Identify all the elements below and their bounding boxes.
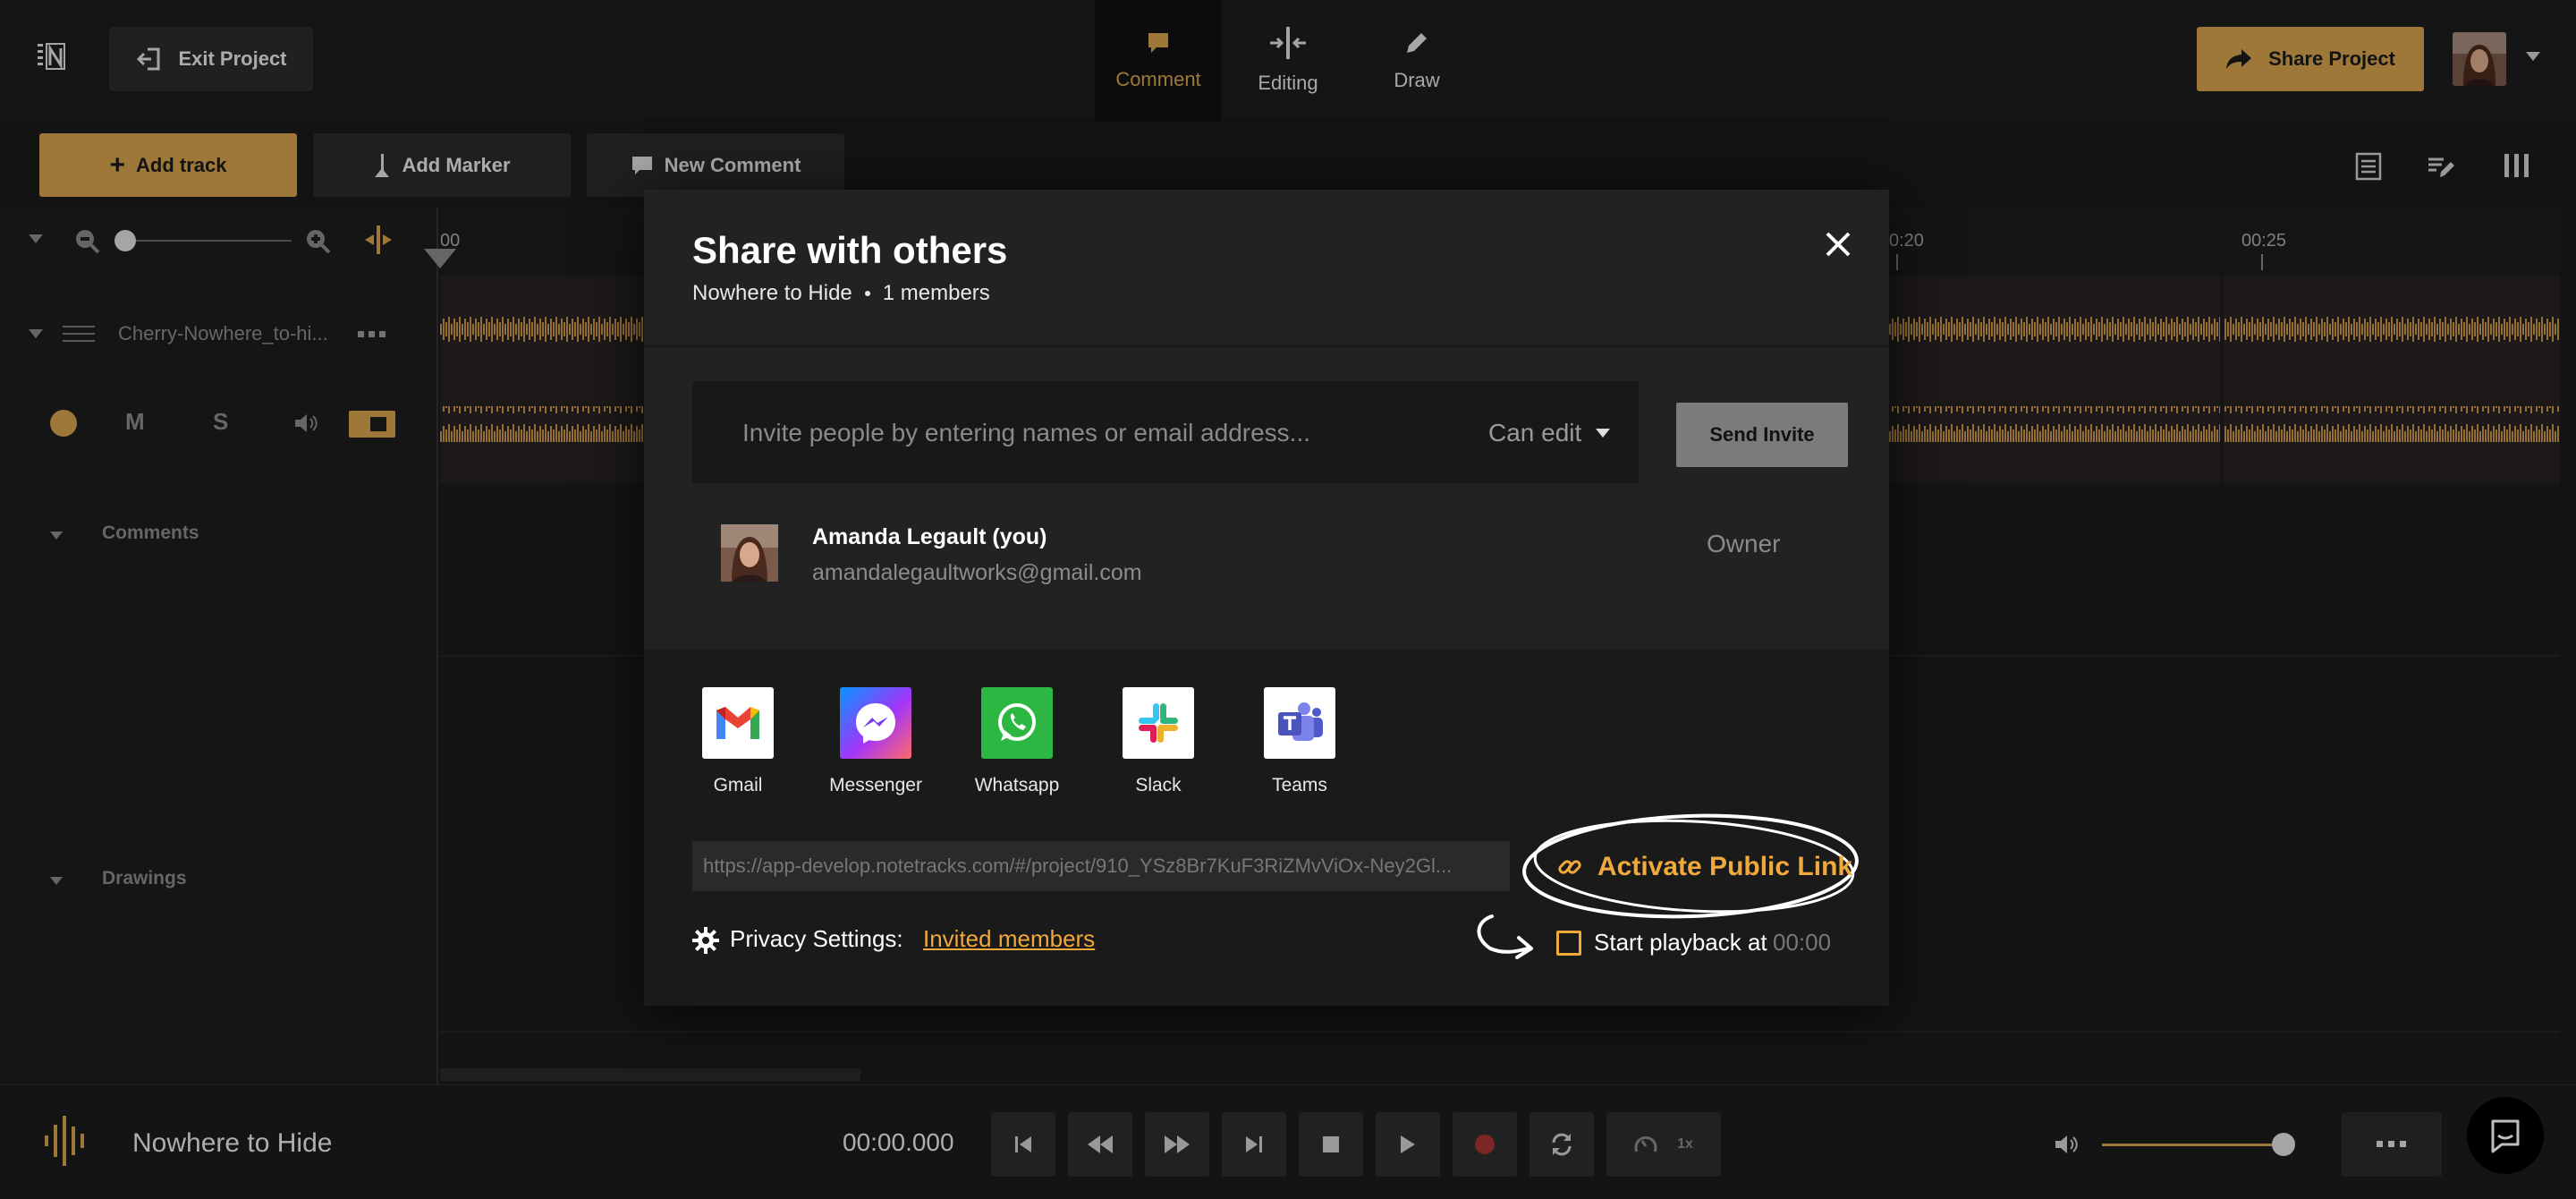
start-playback-label: Start playback at <box>1594 929 1767 956</box>
bullet-separator <box>864 291 870 296</box>
start-playback-time[interactable]: 00:00 <box>1773 929 1831 957</box>
share-teams-button[interactable]: Teams <box>1259 687 1340 796</box>
share-slack-button[interactable]: Slack <box>1118 687 1199 796</box>
member-count: 1 members <box>882 281 990 305</box>
link-icon <box>1558 860 1581 874</box>
project-name: Nowhere to Hide <box>692 281 852 305</box>
share-app-label: Slack <box>1135 775 1182 795</box>
start-playback-checkbox[interactable] <box>1556 931 1581 956</box>
gmail-icon <box>702 687 774 759</box>
invite-input[interactable]: Invite people by entering names or email… <box>742 419 1310 447</box>
slack-icon <box>1123 687 1194 759</box>
teams-icon <box>1264 687 1335 759</box>
share-whatsapp-button[interactable]: Whatsapp <box>974 687 1060 796</box>
close-icon[interactable] <box>1825 231 1852 258</box>
whatsapp-icon <box>981 687 1053 759</box>
member-avatar <box>721 524 778 582</box>
modal-title: Share with others <box>692 229 1008 271</box>
member-name: Amanda Legault (you) <box>812 524 1047 549</box>
invite-field[interactable]: Invite people by entering names or email… <box>692 381 1639 483</box>
share-modal: Share with others Nowhere to Hide 1 memb… <box>644 190 1889 1006</box>
permission-select[interactable]: Can edit <box>1488 419 1611 447</box>
chevron-down-icon <box>1596 429 1611 438</box>
activate-public-link-label: Activate Public Link <box>1597 852 1853 881</box>
share-app-label: Teams <box>1272 775 1327 795</box>
modal-subtitle: Nowhere to Hide 1 members <box>692 281 990 306</box>
public-link-url: https://app-develop.notetracks.com/#/pro… <box>703 855 1453 877</box>
send-invite-button[interactable]: Send Invite <box>1676 403 1848 467</box>
member-role: Owner <box>1707 530 1781 557</box>
share-app-label: Whatsapp <box>974 775 1060 795</box>
annotation-arrow <box>1477 914 1533 959</box>
share-app-label: Messenger <box>829 775 922 795</box>
share-app-label: Gmail <box>713 775 763 795</box>
messenger-icon <box>840 687 911 759</box>
share-gmail-button[interactable]: Gmail <box>698 687 778 796</box>
public-link-field[interactable]: https://app-develop.notetracks.com/#/pro… <box>692 841 1510 891</box>
header-divider <box>644 345 1889 347</box>
member-email: amandalegaultworks@gmail.com <box>812 560 1142 585</box>
activate-public-link-button[interactable]: Activate Public Link <box>1556 852 1852 882</box>
privacy-settings-link[interactable]: Invited members <box>923 925 1095 953</box>
permission-value: Can edit <box>1488 419 1582 446</box>
share-messenger-button[interactable]: Messenger <box>829 687 922 796</box>
privacy-settings-label: Privacy Settings: <box>730 925 903 952</box>
gear-icon <box>692 927 719 954</box>
